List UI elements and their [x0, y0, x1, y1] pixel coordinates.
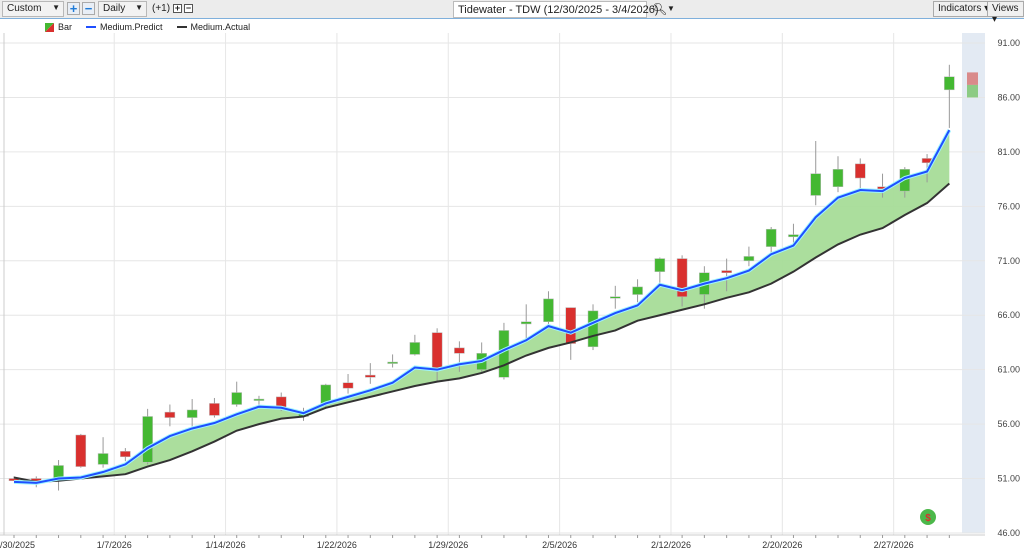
forecast-region	[962, 33, 985, 533]
candle-body	[454, 347, 465, 354]
line-icon	[86, 26, 97, 28]
candle-body	[231, 392, 242, 405]
candle-body	[587, 310, 599, 348]
predict-line-glow	[13, 129, 952, 485]
candle-body	[543, 298, 554, 323]
candle-body	[97, 453, 109, 465]
legend-actual-label: Medium.Actual	[190, 22, 251, 32]
forecast-bar-upper	[967, 72, 978, 85]
candle-body	[431, 332, 443, 370]
chart-legend: Bar Medium.Predict Medium.Actual	[45, 22, 250, 32]
candle-body	[120, 451, 131, 458]
candle-body	[342, 382, 354, 389]
candle-body	[832, 169, 844, 187]
y-tick-label: 86.00	[997, 92, 1020, 102]
y-tick-label: 76.00	[997, 201, 1020, 211]
candle-body	[164, 411, 176, 418]
candle-body	[365, 374, 376, 378]
x-tick-label: 2/20/2026	[762, 540, 802, 550]
candle-body	[409, 342, 421, 355]
prediction-band	[14, 130, 950, 483]
x-tick-label: 2/12/2026	[651, 540, 691, 550]
y-tick-label: 46.00	[997, 528, 1020, 538]
candle-body	[209, 403, 220, 416]
candle-body	[632, 286, 643, 295]
legend-actual: Medium.Actual	[176, 22, 251, 32]
candle-body	[765, 228, 777, 247]
candle-body	[610, 296, 621, 299]
candle-body	[186, 409, 198, 418]
predict-line	[13, 129, 951, 484]
y-tick-label: 61.00	[997, 365, 1020, 375]
candle-body	[654, 258, 666, 272]
legend-bar: Bar	[45, 22, 72, 32]
price-chart[interactable]: 46.00 51.00 56.00 61.00 66.00 71.00 76.00 81.00…	[0, 0, 1024, 553]
x-tick-label: 1/22/2026	[317, 540, 357, 550]
candle-body	[743, 256, 755, 262]
candle-body	[944, 76, 955, 91]
candle-body	[810, 173, 821, 196]
line-icon	[176, 26, 187, 28]
y-tick-label: 56.00	[997, 419, 1020, 429]
x-tick-label: /30/2025	[0, 540, 35, 550]
y-tick-label: 51.00	[997, 474, 1020, 484]
x-tick-label: 1/7/2026	[97, 540, 132, 550]
candle-body	[520, 321, 532, 325]
dollar-icon-glyph: $	[925, 513, 931, 524]
candle-body	[75, 434, 87, 467]
candle-body	[855, 163, 866, 179]
bar-icon	[45, 22, 54, 32]
legend-bar-label: Bar	[58, 22, 73, 32]
y-tick-label: 81.00	[997, 147, 1020, 157]
candle-body	[387, 361, 398, 364]
legend-predict-label: Medium.Predict	[100, 22, 163, 32]
x-tick-label: 2/27/2026	[874, 540, 914, 550]
forecast-bar-lower	[967, 84, 978, 98]
legend-predict: Medium.Predict	[86, 22, 163, 32]
candle-body	[565, 307, 576, 344]
candle-body	[253, 398, 265, 401]
candle-body	[788, 234, 799, 238]
y-tick-label: 66.00	[997, 310, 1020, 320]
x-tick-label: 1/29/2026	[428, 540, 468, 550]
x-tick-label: 2/5/2026	[542, 540, 577, 550]
y-tick-label: 91.00	[997, 38, 1020, 48]
x-tick-label: 1/14/2026	[206, 540, 246, 550]
candle-body	[721, 270, 732, 274]
y-tick-label: 71.00	[997, 256, 1020, 266]
candle-body	[142, 416, 153, 463]
